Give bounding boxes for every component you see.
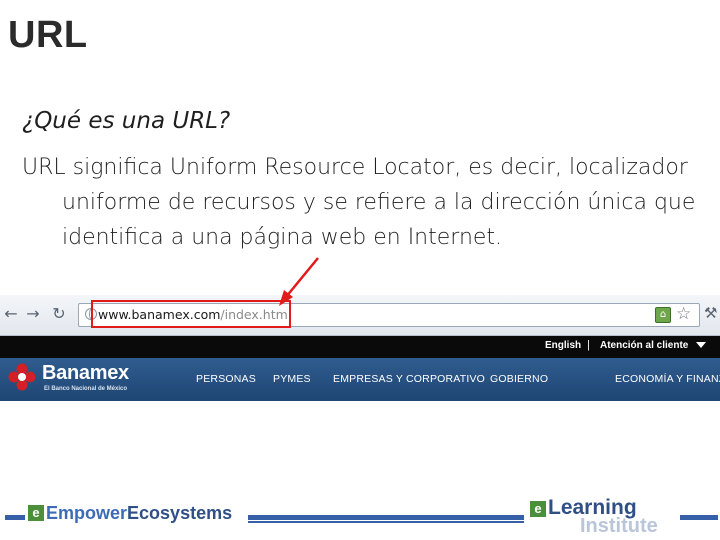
nav-empresas[interactable]: EMPRESAS Y CORPORATIVO [333, 373, 485, 385]
empower-ecosystems-text: EmpowerEcosystems [46, 503, 232, 524]
nav-pymes[interactable]: PYMES [273, 373, 311, 385]
browser-toolbar: ← → ↻ www.banamex.com/index.htm ⌂ ☆ ⚒ [0, 295, 720, 336]
banamex-tagline: El Banco Nacional de México [44, 386, 128, 392]
wrench-icon[interactable]: ⚒ [704, 304, 717, 322]
star-icon[interactable]: ☆ [676, 304, 691, 324]
footer-bar-segment [5, 515, 25, 520]
forward-icon[interactable]: → [24, 305, 42, 323]
elearning-e-icon: e [530, 501, 546, 517]
site-topbar: English | Atención al cliente [0, 336, 720, 358]
empower-word: Empower [46, 502, 128, 523]
chevron-down-icon[interactable] [696, 342, 706, 348]
url-highlight-box [91, 300, 291, 328]
topbar-separator: | [587, 339, 590, 351]
slide-question: ¿Qué es una URL? [22, 108, 231, 134]
extension-icon[interactable]: ⌂ [655, 307, 671, 323]
reload-icon[interactable]: ↻ [50, 305, 68, 323]
footer-bar-thin [248, 521, 524, 523]
empower-e-icon: e [28, 505, 44, 521]
customer-service-link[interactable]: Atención al cliente [600, 340, 688, 351]
ecosystems-word: Ecosystems [127, 502, 233, 523]
back-icon[interactable]: ← [2, 305, 20, 323]
site-navbar: Banamex El Banco Nacional de México PERS… [0, 358, 720, 401]
banamex-logo-icon[interactable] [8, 363, 36, 391]
slide-body-text: URL significa Uniform Resource Locator, … [22, 155, 696, 250]
nav-economia[interactable]: ECONOMÍA Y FINANZAS [615, 373, 720, 385]
browser-screenshot: ← → ↻ www.banamex.com/index.htm ⌂ ☆ ⚒ En… [0, 295, 720, 401]
footer-bar-main [248, 515, 524, 520]
banamex-logo-text[interactable]: Banamex [42, 362, 129, 385]
nav-personas[interactable]: PERSONAS [196, 373, 256, 385]
footer-bar-end [680, 515, 718, 520]
empower-ecosystems-logo: e EmpowerEcosystems [28, 500, 232, 526]
red-pointer-arrow [279, 257, 319, 306]
institute-text: Institute [580, 515, 658, 537]
nav-gobierno[interactable]: GOBIERNO [490, 373, 548, 385]
slide-title: URL [8, 14, 88, 56]
english-link[interactable]: English [545, 340, 581, 351]
